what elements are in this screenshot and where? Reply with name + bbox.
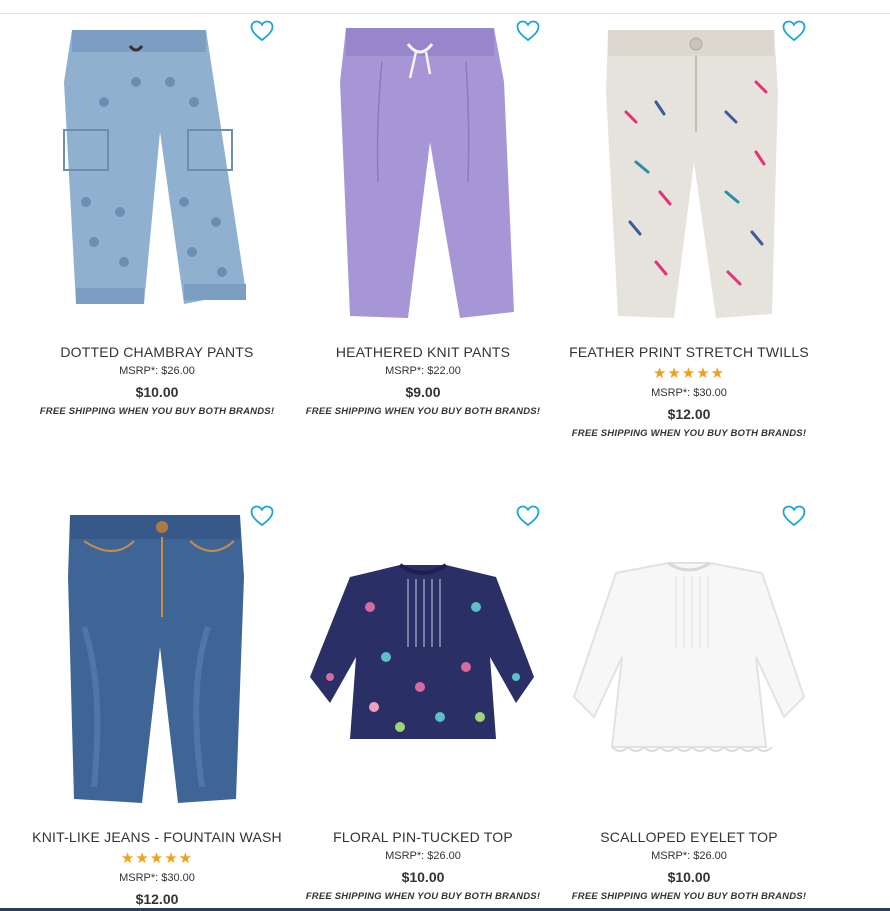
product-tile-heathered-knit-pants[interactable]: HEATHERED KNIT PANTS MSRP*: $22.00 $9.00… <box>290 20 556 418</box>
product-tile-knit-like-jeans[interactable]: KNIT-LIKE JEANS - FOUNTAIN WASH ★★★★★ MS… <box>24 505 290 907</box>
free-shipping-note: FREE SHIPPING WHEN YOU BUY BOTH BRANDS! <box>39 406 275 417</box>
product-image[interactable] <box>24 22 290 342</box>
product-price: $10.00 <box>401 869 445 885</box>
product-price: $10.00 <box>135 384 179 400</box>
product-image[interactable] <box>290 507 556 827</box>
product-image[interactable] <box>290 22 556 342</box>
favorite-heart-icon[interactable] <box>250 20 274 42</box>
free-shipping-note: FREE SHIPPING WHEN YOU BUY BOTH BRANDS! <box>305 891 541 902</box>
rating-stars[interactable]: ★★★★★ <box>24 851 290 867</box>
product-tile-dotted-chambray-pants[interactable]: DOTTED CHAMBRAY PANTS MSRP*: $26.00 $10.… <box>24 20 290 418</box>
product-price: $9.00 <box>405 384 441 400</box>
product-title[interactable]: KNIT-LIKE JEANS - FOUNTAIN WASH <box>24 829 290 845</box>
favorite-heart-icon[interactable] <box>782 505 806 527</box>
product-price: $10.00 <box>667 869 711 885</box>
product-tile-floral-pin-tucked-top[interactable]: FLORAL PIN-TUCKED TOP MSRP*: $26.00 $10.… <box>290 505 556 903</box>
product-msrp: MSRP*: $26.00 <box>385 850 461 862</box>
product-title[interactable]: SCALLOPED EYELET TOP <box>556 829 822 845</box>
favorite-heart-icon[interactable] <box>516 20 540 42</box>
product-title[interactable]: HEATHERED KNIT PANTS <box>290 344 556 360</box>
product-price: $12.00 <box>135 891 179 907</box>
product-image[interactable] <box>24 507 290 827</box>
top-divider <box>0 13 890 14</box>
product-msrp: MSRP*: $26.00 <box>651 850 727 862</box>
rating-stars[interactable]: ★★★★★ <box>556 366 822 382</box>
product-image[interactable] <box>556 507 822 827</box>
product-price: $12.00 <box>667 406 711 422</box>
free-shipping-note: FREE SHIPPING WHEN YOU BUY BOTH BRANDS! <box>305 406 541 417</box>
free-shipping-note: FREE SHIPPING WHEN YOU BUY BOTH BRANDS! <box>571 891 807 902</box>
product-tile-feather-print-twills[interactable]: FEATHER PRINT STRETCH TWILLS ★★★★★ MSRP*… <box>556 20 822 440</box>
favorite-heart-icon[interactable] <box>516 505 540 527</box>
product-title[interactable]: FLORAL PIN-TUCKED TOP <box>290 829 556 845</box>
product-image[interactable] <box>556 22 822 342</box>
favorite-heart-icon[interactable] <box>782 20 806 42</box>
product-msrp: MSRP*: $30.00 <box>651 387 727 399</box>
product-tile-scalloped-eyelet-top[interactable]: SCALLOPED EYELET TOP MSRP*: $26.00 $10.0… <box>556 505 822 903</box>
product-title[interactable]: DOTTED CHAMBRAY PANTS <box>24 344 290 360</box>
product-msrp: MSRP*: $30.00 <box>119 872 195 884</box>
favorite-heart-icon[interactable] <box>250 505 274 527</box>
product-msrp: MSRP*: $22.00 <box>385 365 461 377</box>
product-msrp: MSRP*: $26.00 <box>119 365 195 377</box>
product-title[interactable]: FEATHER PRINT STRETCH TWILLS <box>556 344 822 360</box>
free-shipping-note: FREE SHIPPING WHEN YOU BUY BOTH BRANDS! <box>571 428 807 439</box>
